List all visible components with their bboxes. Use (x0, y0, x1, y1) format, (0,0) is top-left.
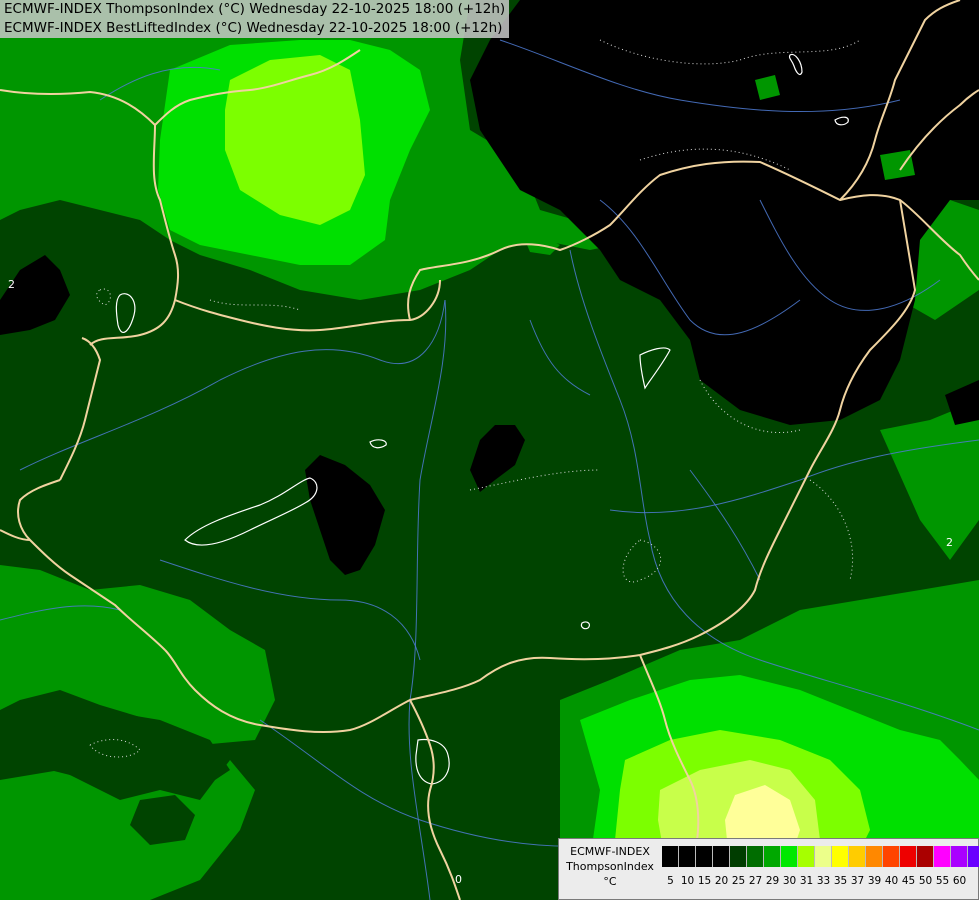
contour-label: 2 (8, 278, 15, 291)
legend-title-model: ECMWF-INDEX (570, 845, 650, 858)
legend-swatch (781, 846, 798, 867)
legend-tick: 40 (884, 875, 899, 887)
weather-map: 2 2 0 (0, 0, 979, 900)
legend-tick: 60 (952, 875, 967, 887)
legend-tick: 33 (816, 875, 831, 887)
legend-swatch (883, 846, 900, 867)
legend-swatch (832, 846, 849, 867)
legend-swatch (747, 846, 764, 867)
legend-tick: 39 (867, 875, 882, 887)
legend-tick: 29 (765, 875, 780, 887)
header-line-bestlifted: ECMWF-INDEX BestLiftedIndex (°C) Wednesd… (0, 19, 510, 38)
legend-tick: 37 (850, 875, 865, 887)
legend-swatch (798, 846, 815, 867)
legend-tick: 50 (918, 875, 933, 887)
legend-tick: 31 (799, 875, 814, 887)
contour-label: 0 (455, 873, 462, 886)
legend-tick: 45 (901, 875, 916, 887)
legend-swatch (713, 846, 730, 867)
legend-tick: 10 (680, 875, 695, 887)
legend-swatch (917, 846, 934, 867)
legend-swatch (764, 846, 781, 867)
header-line-thompson: ECMWF-INDEX ThompsonIndex (°C) Wednesday… (0, 0, 510, 19)
legend-swatch (730, 846, 747, 867)
contour-label: 2 (946, 536, 953, 549)
legend-tick: 30 (782, 875, 797, 887)
legend-tick: 15 (697, 875, 712, 887)
legend-tick: 35 (833, 875, 848, 887)
legend-swatch (968, 846, 979, 867)
legend-swatch (815, 846, 832, 867)
legend-swatch (866, 846, 883, 867)
legend-tick: 5 (667, 875, 674, 887)
legend-swatch (662, 846, 679, 867)
legend-ticks: 5 10 15 20 25 27 29 30 31 33 35 37 39 40 45 50 55 60 (662, 875, 968, 887)
map-header: ECMWF-INDEX ThompsonIndex (°C) Wednesday… (0, 0, 510, 38)
legend-unit: °C (603, 875, 617, 888)
legend-swatch (900, 846, 917, 867)
color-legend: ECMWF-INDEX ThompsonIndex °C 5 10 15 20 25 27… (558, 838, 979, 900)
legend-swatch (951, 846, 968, 867)
legend-swatch (849, 846, 866, 867)
legend-swatch (696, 846, 713, 867)
legend-title-index: ThompsonIndex (566, 860, 654, 873)
legend-tick: 27 (748, 875, 763, 887)
legend-swatch (934, 846, 951, 867)
legend-swatch (679, 846, 696, 867)
legend-swatches (662, 846, 979, 867)
legend-tick: 55 (935, 875, 950, 887)
legend-tick: 25 (731, 875, 746, 887)
legend-title: ECMWF-INDEX ThompsonIndex °C (562, 844, 658, 889)
legend-tick: 20 (714, 875, 729, 887)
